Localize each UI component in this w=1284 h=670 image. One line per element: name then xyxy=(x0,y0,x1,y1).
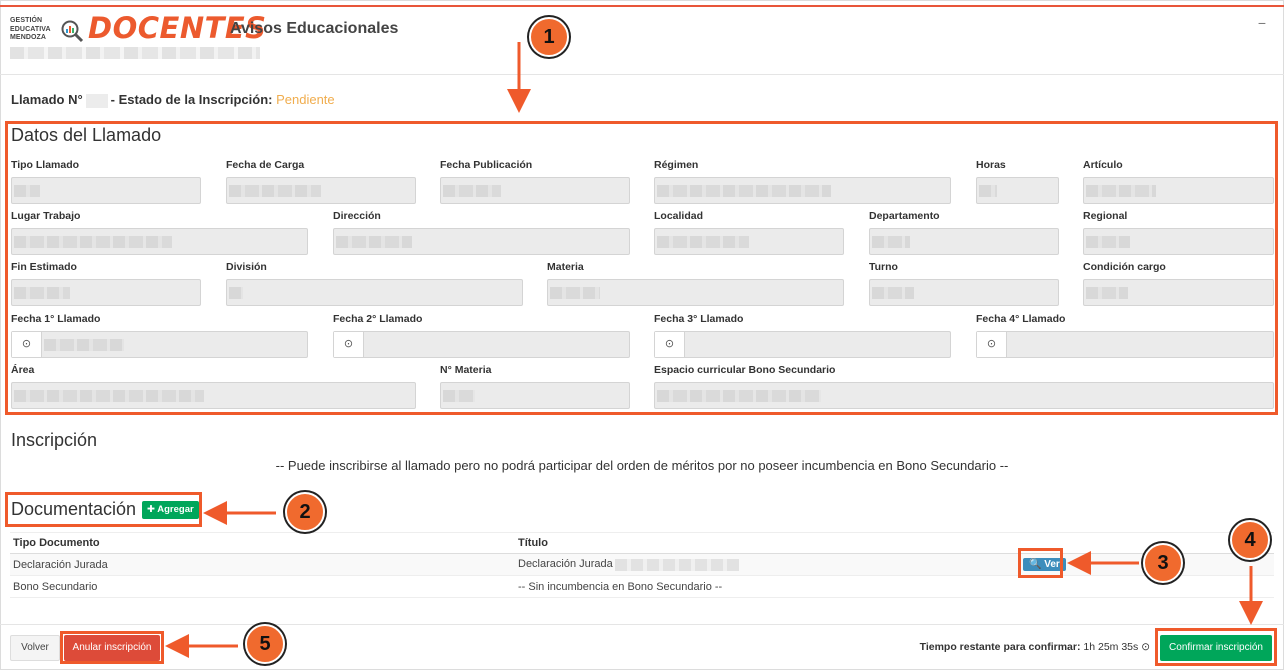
footer: Volver Anular inscripción Tiempo restant… xyxy=(0,624,1284,670)
redacted-title xyxy=(614,558,739,571)
field-departamento xyxy=(869,228,1059,255)
redacted-number xyxy=(85,93,108,108)
label-espacio-curricular: Espacio curricular Bono Secundario xyxy=(654,364,836,376)
label-direccion: Dirección xyxy=(333,210,381,222)
app-title: Avisos Educacionales xyxy=(230,20,399,37)
timer-label: Tiempo restante para confirmar: xyxy=(919,641,1081,653)
logo-line: MENDOZA xyxy=(10,34,47,41)
label-turno: Turno xyxy=(869,261,898,273)
annotation-box-confirmar xyxy=(1155,628,1277,666)
add-document-button[interactable]: ✚ Agregar xyxy=(142,501,199,519)
label-regional: Regional xyxy=(1083,210,1128,222)
llamado-label: Llamado N° xyxy=(11,92,83,107)
field-horas xyxy=(976,177,1059,204)
label-articulo: Artículo xyxy=(1083,159,1123,171)
field-condicion-cargo xyxy=(1083,279,1274,306)
field-division xyxy=(226,279,523,306)
label-lugar-trabajo: Lugar Trabajo xyxy=(11,210,81,222)
clock-icon: ⊙ xyxy=(1141,641,1150,653)
cell-actions xyxy=(1020,575,1274,598)
field-espacio-curricular xyxy=(654,382,1274,409)
cell-titulo: Declaración Jurada xyxy=(515,553,1020,576)
column-header: Tipo Documento xyxy=(10,532,515,554)
label-departamento: Departamento xyxy=(869,210,940,222)
label-fecha-publicacion: Fecha Publicación xyxy=(440,159,533,171)
annotation-box-ver xyxy=(1018,548,1063,578)
logo-text: GESTIÓN EDUCATIVA MENDOZA xyxy=(10,17,51,43)
inscripcion-notice: -- Puede inscribirse al llamado pero no … xyxy=(275,458,1009,473)
field-fecha-carga xyxy=(226,177,416,204)
label-fecha-1: Fecha 1° Llamado xyxy=(11,313,101,325)
documents-table: Tipo Documento Título Declaración Jurada… xyxy=(10,532,1274,598)
logo-line: EDUCATIVA xyxy=(10,25,51,33)
status-badge: Pendiente xyxy=(276,92,335,107)
annotation-box-anular xyxy=(60,631,164,664)
field-fin-estimado xyxy=(11,279,201,306)
field-articulo xyxy=(1083,177,1274,204)
label-fecha-2: Fecha 2° Llamado xyxy=(333,313,423,325)
label-fecha-carga: Fecha de Carga xyxy=(226,159,305,171)
field-regimen xyxy=(654,177,951,204)
table-row: Bono Secundario -- Sin incumbencia en Bo… xyxy=(10,575,1274,598)
table-header-row: Tipo Documento Título xyxy=(10,532,1274,554)
clock-icon: ⊙ xyxy=(977,332,1007,357)
header: GESTIÓN EDUCATIVA MENDOZA DOCENTES Aviso… xyxy=(0,7,1284,75)
timer-value: 1h 25m 35s xyxy=(1083,641,1139,653)
clock-icon: ⊙ xyxy=(334,332,364,357)
datos-title: Datos del Llamado xyxy=(11,125,162,145)
label-fecha-3: Fecha 3° Llamado xyxy=(654,313,744,325)
annotation-badge-2: 2 xyxy=(285,492,325,532)
collapse-button[interactable]: − xyxy=(1258,15,1266,31)
field-fecha-4: ⊙ xyxy=(976,331,1274,358)
field-turno xyxy=(869,279,1059,306)
field-lugar-trabajo xyxy=(11,228,308,255)
label-localidad: Localidad xyxy=(654,210,704,222)
cell-tipo: Bono Secundario xyxy=(10,575,515,598)
field-n-materia xyxy=(440,382,630,409)
annotation-badge-4: 4 xyxy=(1230,520,1270,560)
cell-tipo: Declaración Jurada xyxy=(10,553,515,576)
label-condicion-cargo: Condición cargo xyxy=(1083,261,1166,273)
annotation-badge-1: 1 xyxy=(529,17,569,57)
table-row: Declaración Jurada Declaración Jurada 🔍 … xyxy=(10,553,1274,576)
field-area xyxy=(11,382,416,409)
back-button[interactable]: Volver xyxy=(10,635,60,661)
column-header: Título xyxy=(515,532,1020,554)
annotation-badge-5: 5 xyxy=(245,624,285,664)
field-fecha-3: ⊙ xyxy=(654,331,951,358)
label-horas: Horas xyxy=(976,159,1006,171)
field-direccion xyxy=(333,228,630,255)
field-tipo-llamado xyxy=(11,177,201,204)
llamado-status-line: Llamado N° - Estado de la Inscripción: Pe… xyxy=(11,92,335,108)
field-fecha-publicacion xyxy=(440,177,630,204)
label-area: Área xyxy=(11,364,35,376)
label-division: División xyxy=(226,261,267,273)
estado-label: - Estado de la Inscripción: xyxy=(110,92,273,107)
redacted-subtitle xyxy=(10,47,260,59)
clock-icon: ⊙ xyxy=(655,332,685,357)
documentacion-title: Documentación xyxy=(11,499,137,519)
timer: Tiempo restante para confirmar: 1h 25m 3… xyxy=(920,641,1150,653)
titulo-text: Declaración Jurada xyxy=(518,558,613,571)
field-regional xyxy=(1083,228,1274,255)
label-n-materia: N° Materia xyxy=(440,364,492,376)
logo-line: GESTIÓN xyxy=(10,17,43,24)
label-tipo-llamado: Tipo Llamado xyxy=(11,159,80,171)
label-regimen: Régimen xyxy=(654,159,699,171)
clock-icon: ⊙ xyxy=(12,332,42,357)
label-materia: Materia xyxy=(547,261,584,273)
magnifier-chart-icon xyxy=(61,20,84,43)
label-fecha-4: Fecha 4° Llamado xyxy=(976,313,1066,325)
field-localidad xyxy=(654,228,844,255)
annotation-badge-3: 3 xyxy=(1143,543,1183,583)
inscripcion-title: Inscripción xyxy=(11,430,98,450)
field-fecha-1: ⊙ xyxy=(11,331,308,358)
field-fecha-2: ⊙ xyxy=(333,331,630,358)
field-materia xyxy=(547,279,844,306)
cell-titulo: -- Sin incumbencia en Bono Secundario -- xyxy=(515,575,1020,598)
label-fin-estimado: Fin Estimado xyxy=(11,261,77,273)
